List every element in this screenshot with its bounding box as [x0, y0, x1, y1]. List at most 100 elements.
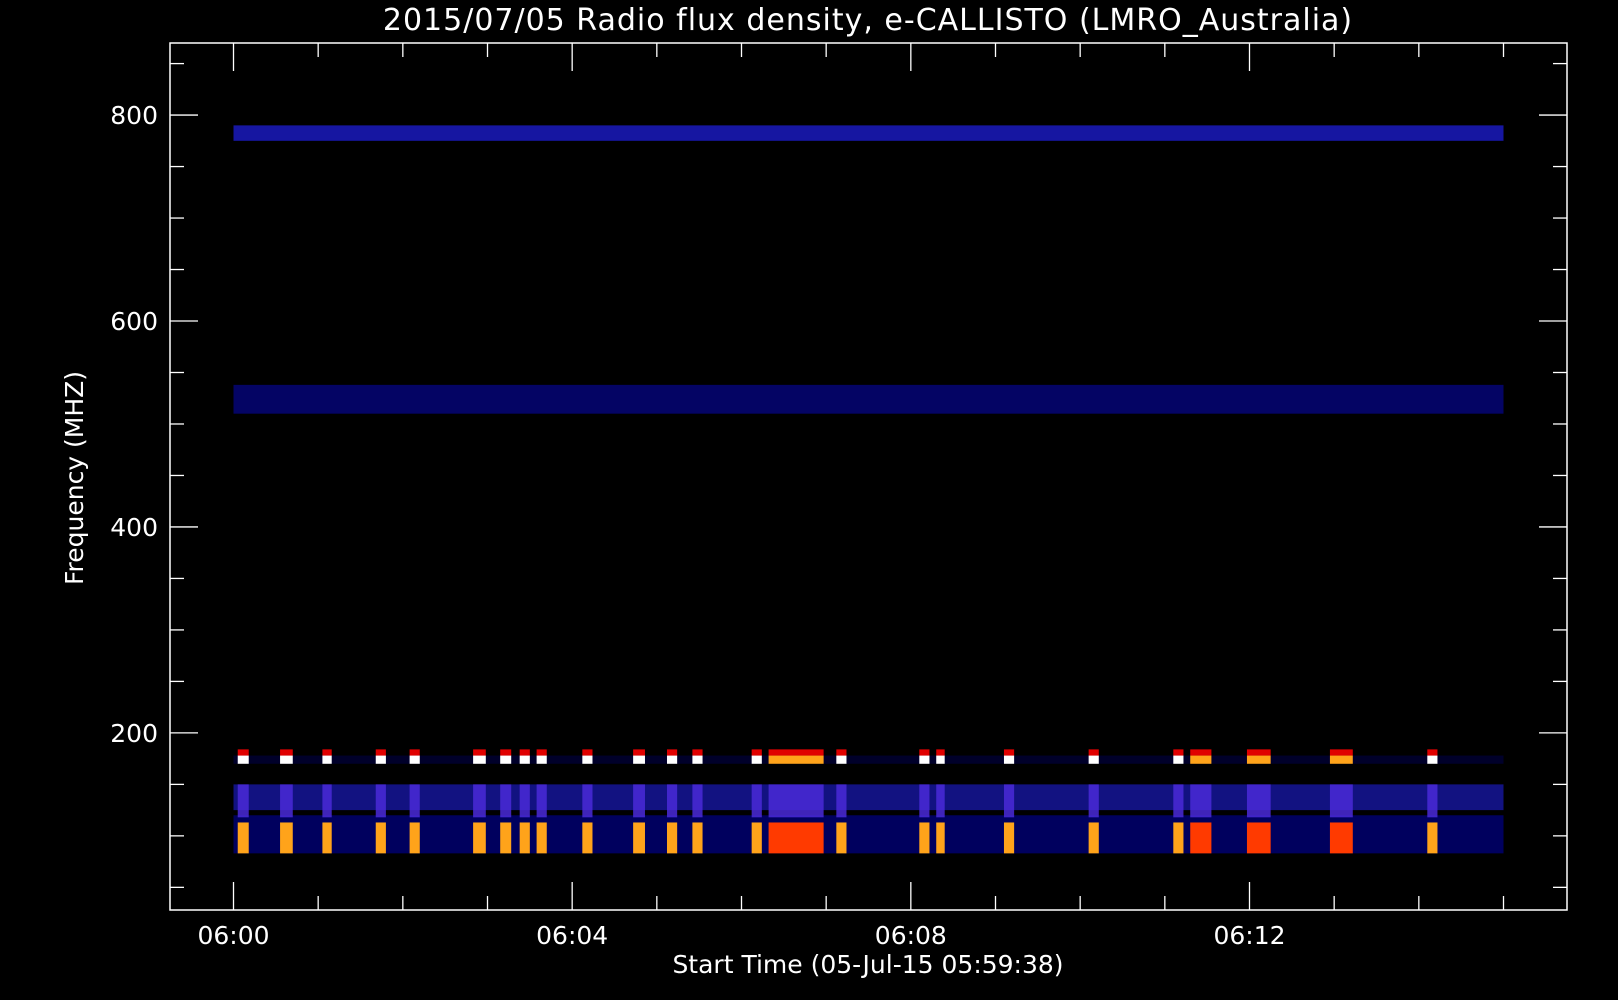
rfi-burst-tail — [536, 784, 547, 818]
rfi-marker-red — [519, 749, 530, 756]
x-tick-label: 06:08 — [875, 921, 947, 950]
rfi-marker-red — [536, 749, 547, 756]
chart-title: 2015/07/05 Radio flux density, e-CALLIST… — [383, 3, 1353, 38]
rfi-burst — [280, 822, 293, 854]
rfi-burst-tail — [692, 784, 703, 818]
dark-band-100mhz — [233, 815, 1504, 854]
rfi-burst — [666, 822, 678, 854]
rfi-marker-red — [1003, 749, 1015, 756]
rfi-marker — [409, 755, 420, 764]
y-tick-label: 200 — [110, 719, 158, 748]
rfi-marker — [692, 755, 703, 764]
rfi-marker-red — [409, 749, 420, 756]
x-tick-label: 06:04 — [536, 921, 608, 950]
rfi-marker — [582, 755, 593, 764]
rfi-burst-tail — [1246, 784, 1271, 818]
rfi-burst — [919, 822, 930, 854]
y-tick-label: 600 — [110, 307, 158, 336]
rfi-burst-tail — [409, 784, 420, 818]
rfi-burst-tail — [500, 784, 512, 818]
rfi-marker — [666, 755, 678, 764]
x-axis-label: Start Time (05-Jul-15 05:59:38) — [672, 950, 1063, 979]
rfi-burst-tail — [836, 784, 847, 818]
y-axis-label: Frequency (MHZ) — [60, 371, 89, 585]
rfi-marker-red — [1190, 749, 1212, 756]
rfi-marker-red — [500, 749, 512, 756]
rfi-marker — [919, 755, 930, 764]
rfi-marker-red — [322, 749, 332, 756]
rfi-marker-red — [280, 749, 293, 756]
rfi-marker-red — [633, 749, 645, 756]
rfi-marker — [1003, 755, 1015, 764]
rfi-burst — [768, 822, 824, 854]
rfi-burst — [1190, 822, 1212, 854]
dark-band-520mhz — [233, 384, 1504, 414]
rfi-marker-red — [666, 749, 678, 756]
rfi-marker — [1088, 755, 1099, 764]
rfi-marker — [768, 755, 824, 764]
rfi-burst-tail — [919, 784, 930, 818]
rfi-burst-tail — [582, 784, 593, 818]
rfi-marker — [280, 755, 293, 764]
rfi-marker — [1246, 755, 1271, 764]
rfi-burst — [633, 822, 645, 854]
rfi-marker — [322, 755, 332, 764]
rfi-burst — [519, 822, 530, 854]
rfi-marker-red — [936, 749, 945, 756]
rfi-marker — [500, 755, 512, 764]
plot-frame — [169, 42, 1568, 911]
x-tick-label: 06:00 — [197, 921, 269, 950]
dark-band-175mhz — [233, 755, 1504, 764]
rfi-burst-tail — [519, 784, 530, 818]
rfi-marker — [1427, 755, 1438, 764]
rfi-burst-tail — [1427, 784, 1438, 818]
y-tick-label: 800 — [110, 101, 158, 130]
y-tick-label: 400 — [110, 513, 158, 542]
rfi-burst-tail — [1190, 784, 1212, 818]
rfi-marker-red — [768, 749, 824, 756]
rfi-marker-red — [1246, 749, 1271, 756]
rfi-burst — [473, 822, 486, 854]
rfi-burst-tail — [322, 784, 332, 818]
rfi-marker — [1329, 755, 1353, 764]
rfi-marker-red — [1088, 749, 1099, 756]
rfi-marker-red — [1329, 749, 1353, 756]
rfi-burst — [237, 822, 249, 854]
rfi-burst-tail — [1329, 784, 1353, 818]
rfi-marker-red — [919, 749, 930, 756]
rfi-burst — [1003, 822, 1015, 854]
rfi-burst — [1427, 822, 1438, 854]
rfi-marker-red — [582, 749, 593, 756]
rfi-marker-red — [473, 749, 486, 756]
rfi-marker — [1173, 755, 1184, 764]
rfi-marker — [237, 755, 249, 764]
rfi-burst-tail — [666, 784, 678, 818]
rfi-marker-red — [836, 749, 847, 756]
x-tick-label: 06:12 — [1213, 921, 1285, 950]
rfi-burst — [409, 822, 420, 854]
bright-band-780mhz — [233, 125, 1504, 141]
x-tick-labels: 06:00 06:04 06:08 06:12 — [197, 921, 1285, 950]
rfi-burst-tail — [473, 784, 486, 818]
rfi-burst-tail — [936, 784, 945, 818]
rfi-burst — [1088, 822, 1099, 854]
rfi-marker-red — [1173, 749, 1184, 756]
rfi-marker-red — [237, 749, 249, 756]
rfi-burst-tail — [237, 784, 249, 818]
rfi-burst-tail — [633, 784, 645, 818]
rfi-marker-red — [692, 749, 703, 756]
rfi-burst — [322, 822, 332, 854]
rfi-burst — [692, 822, 703, 854]
spectrogram-chart: 2015/07/05 Radio flux density, e-CALLIST… — [60, 3, 1568, 979]
rfi-burst-tail — [1173, 784, 1184, 818]
rfi-burst — [375, 822, 386, 854]
rfi-burst — [836, 822, 847, 854]
rfi-marker — [633, 755, 645, 764]
rfi-burst — [751, 822, 762, 854]
rfi-marker — [936, 755, 945, 764]
rfi-burst-tail — [1088, 784, 1099, 818]
rfi-marker — [519, 755, 530, 764]
rfi-marker-red — [1427, 749, 1438, 756]
rfi-burst-tail — [375, 784, 386, 818]
rfi-burst-tail — [280, 784, 293, 818]
